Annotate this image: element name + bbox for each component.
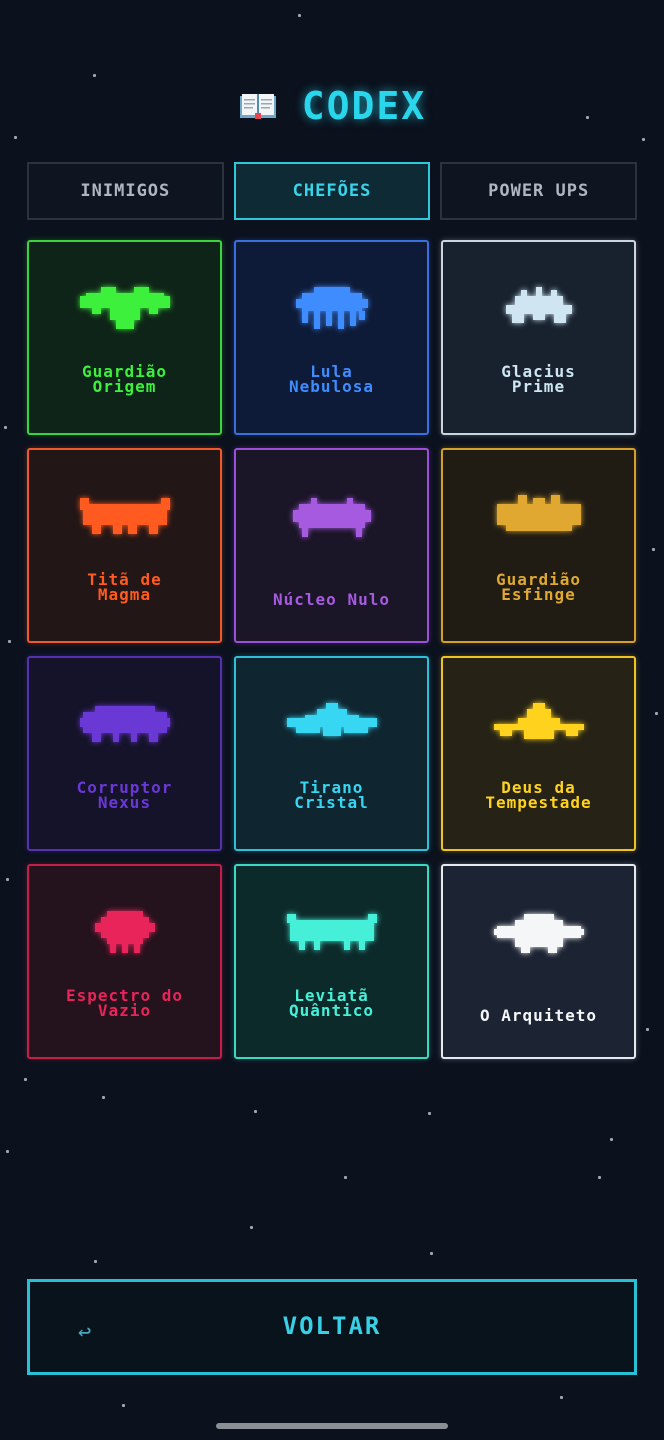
boss-name: Guardião Esfinge (495, 570, 582, 604)
boss-name: Titã de Magma (87, 570, 162, 604)
boss-name: Guardião Origem (81, 362, 168, 396)
boss-card-espectro-do-vazio[interactable]: Espectro do Vazio (27, 864, 222, 1059)
boss-card-guardiao-origem[interactable]: Guardião Origem (27, 240, 222, 435)
codex-header: CODEX (0, 82, 664, 130)
home-indicator[interactable] (216, 1423, 448, 1429)
boss-card-leviata-quantico[interactable]: Leviatã Quântico (234, 864, 429, 1059)
architect-sprite (493, 914, 584, 953)
tab-power-ups[interactable]: POWER UPS (440, 162, 638, 220)
boss-name: Leviatã Quântico (288, 986, 375, 1020)
quantum-leviathan-sprite (286, 914, 377, 950)
boss-name: Corruptor Nexus (76, 778, 173, 812)
book-icon (239, 94, 276, 119)
tab-inimigos[interactable]: INIMIGOS (27, 162, 224, 220)
page-title: CODEX (301, 84, 427, 128)
null-core-sprite (292, 498, 371, 537)
codex-tabs: INIMIGOS CHEFÕES POWER UPS (27, 162, 638, 220)
boss-name: Espectro do Vazio (66, 986, 183, 1020)
boss-name: O Arquiteto (480, 1006, 597, 1025)
void-specter-sprite (94, 911, 155, 953)
boss-card-deus-da-tempestade[interactable]: Deus da Tempestade (441, 656, 636, 851)
boss-card-tita-de-magma[interactable]: Titã de Magma (27, 448, 222, 643)
boss-grid: Guardião Origem Lula Nebulosa Glacius Prime… (27, 240, 637, 1059)
boss-card-corruptor-nexus[interactable]: Corruptor Nexus (27, 656, 222, 851)
back-button[interactable]: ↩ VOLTAR (27, 1279, 637, 1375)
glacius-prime-sprite (505, 287, 572, 323)
boss-name: Lula Nebulosa (288, 362, 375, 396)
magma-titan-sprite (79, 498, 170, 534)
boss-name: Núcleo Nulo (273, 590, 390, 609)
boss-name: Deus da Tempestade (485, 778, 592, 812)
storm-god-sprite (493, 703, 584, 739)
boss-card-tirano-cristal[interactable]: Tirano Cristal (234, 656, 429, 851)
boss-name: Tirano Cristal (294, 778, 369, 812)
sphinx-guardian-sprite (496, 495, 581, 531)
boss-card-lula-nebulosa[interactable]: Lula Nebulosa (234, 240, 429, 435)
boss-card-guardiao-esfinge[interactable]: Guardião Esfinge (441, 448, 636, 643)
tab-chefoes[interactable]: CHEFÕES (233, 162, 431, 220)
nexus-corruptor-sprite (79, 706, 170, 742)
boss-card-nucleo-nulo[interactable]: Núcleo Nulo (234, 448, 429, 643)
guardian-origin-sprite (79, 287, 170, 329)
crystal-tyrant-sprite (286, 703, 377, 736)
boss-name: Glacius Prime (501, 362, 576, 396)
nebula-squid-sprite (295, 287, 368, 329)
back-button-label: VOLTAR (282, 1312, 382, 1340)
boss-card-glacius-prime[interactable]: Glacius Prime (441, 240, 636, 435)
boss-card-o-arquiteto[interactable]: O Arquiteto (441, 864, 636, 1059)
